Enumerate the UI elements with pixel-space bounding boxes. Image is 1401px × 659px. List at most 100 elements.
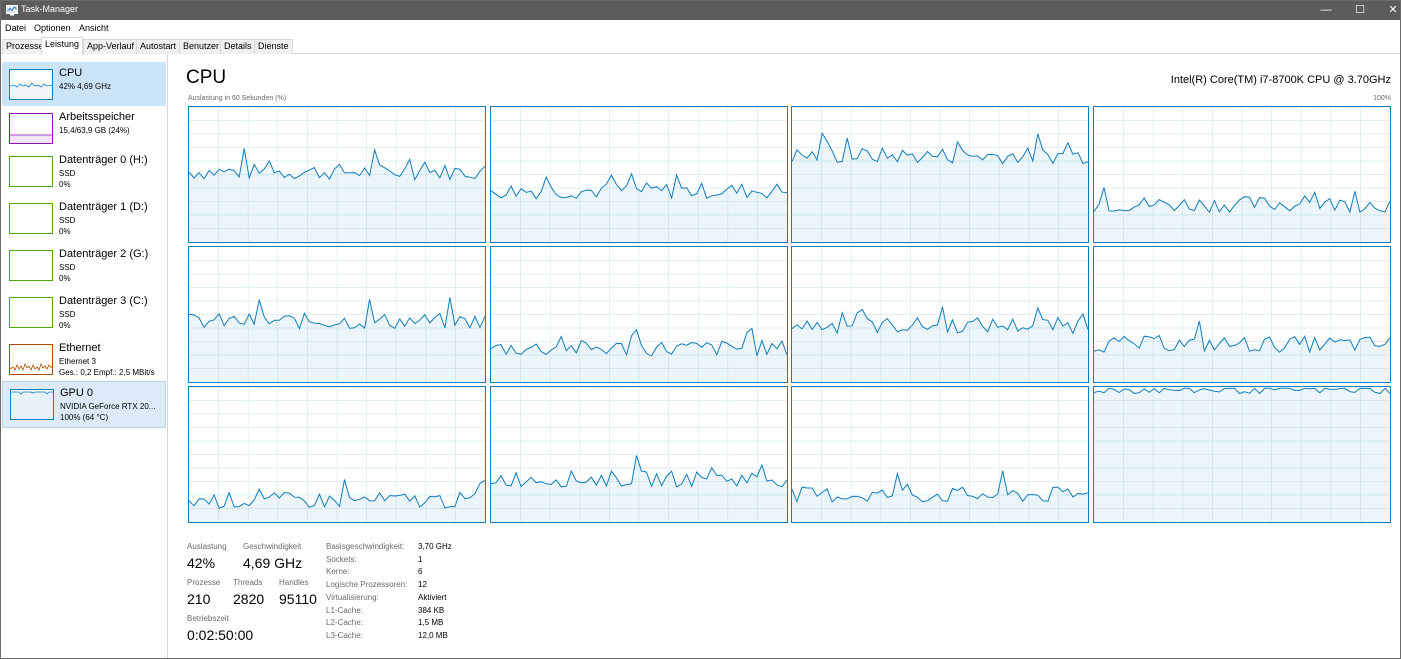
logical-processor-graph bbox=[188, 246, 486, 383]
sidebar-item-detail: NVIDIA GeForce RTX 20... bbox=[60, 402, 156, 411]
handles-label: Handles bbox=[279, 578, 309, 587]
usage-line-graph bbox=[792, 107, 1089, 242]
sidebar-item-label: Datenträger 1 (D:) bbox=[59, 201, 148, 213]
detail-value: 12 bbox=[418, 580, 427, 589]
title-bar: Task-Manager — ☐ ✕ bbox=[1, 1, 1400, 20]
sidebar-item-gpu-0[interactable]: GPU 0 NVIDIA GeForce RTX 20... 100% (64 … bbox=[2, 381, 166, 428]
logical-processor-graph bbox=[489, 106, 788, 243]
tab-benutzer[interactable]: Benutzer bbox=[179, 39, 224, 54]
logical-processor-graph bbox=[791, 106, 1090, 243]
menu-ansicht[interactable]: Ansicht bbox=[79, 23, 109, 33]
sidebar-item-datentraeger-2[interactable]: Datenträger 2 (G:) SSD 0% bbox=[2, 243, 166, 287]
sidebar-item-usage: 0% bbox=[59, 227, 71, 236]
sidebar-item-label: GPU 0 bbox=[60, 387, 94, 399]
usage-line-graph bbox=[1094, 247, 1391, 382]
logical-processor-graph bbox=[489, 246, 788, 383]
maximize-button[interactable]: ☐ bbox=[1343, 1, 1377, 20]
usage-line-graph bbox=[792, 247, 1089, 382]
task-manager-window: Task-Manager — ☐ ✕ Datei Optionen Ansich… bbox=[0, 0, 1401, 659]
cpu-model-name: Intel(R) Core(TM) i7-8700K CPU @ 3.70GHz bbox=[1170, 74, 1391, 86]
disk-thumbnail-graph bbox=[9, 156, 53, 187]
logical-processor-graph bbox=[791, 246, 1090, 383]
sidebar-item-usage: 100% (64 °C) bbox=[60, 413, 109, 422]
sidebar-item-label: Datenträger 2 (G:) bbox=[59, 248, 149, 260]
usage-line-graph bbox=[189, 107, 485, 242]
disk-thumbnail-graph bbox=[9, 203, 53, 234]
logical-processor-graph bbox=[791, 386, 1090, 523]
logical-processor-graph bbox=[1093, 386, 1392, 523]
detail-key: Sockets: bbox=[326, 555, 357, 564]
detail-key: L3-Cache: bbox=[326, 631, 363, 640]
detail-key: Logische Prozessoren: bbox=[326, 580, 408, 589]
geschwindigkeit-value: 4,69 GHz bbox=[243, 555, 303, 571]
usage-area bbox=[490, 455, 787, 522]
betriebszeit-label: Betriebszeit bbox=[187, 614, 229, 623]
window-title: Task-Manager bbox=[21, 4, 79, 14]
memory-thumbnail-graph bbox=[9, 113, 53, 144]
sidebar-item-cpu[interactable]: CPU 42% 4,69 GHz bbox=[2, 62, 166, 106]
geschwindigkeit-label: Geschwindigkeit bbox=[243, 542, 302, 551]
detail-value: 6 bbox=[418, 567, 423, 576]
close-button[interactable]: ✕ bbox=[1376, 1, 1401, 20]
usage-area bbox=[792, 306, 1089, 382]
sidebar-item-arbeitsspeicher[interactable]: Arbeitsspeicher 15,4/63,9 GB (24%) bbox=[2, 106, 166, 150]
usage-line-graph bbox=[1094, 387, 1391, 522]
minimize-button[interactable]: — bbox=[1309, 1, 1343, 20]
resource-sidebar: CPU 42% 4,69 GHz Arbeitsspeicher 15,4/63… bbox=[1, 55, 168, 658]
menu-datei[interactable]: Datei bbox=[5, 23, 26, 33]
usage-line-graph bbox=[1094, 107, 1391, 242]
logical-processor-graph bbox=[1093, 246, 1392, 383]
logical-processor-graph bbox=[188, 386, 486, 523]
task-manager-app-icon bbox=[6, 5, 18, 16]
menu-bar: Datei Optionen Ansicht bbox=[1, 21, 1400, 37]
logical-processor-graph-grid bbox=[188, 106, 1392, 525]
usage-line-graph bbox=[490, 107, 787, 242]
logical-processor-graph bbox=[1093, 106, 1392, 243]
sidebar-item-label: Datenträger 3 (C:) bbox=[59, 295, 148, 307]
tab-autostart[interactable]: Autostart bbox=[136, 39, 181, 54]
disk-thumbnail-graph bbox=[9, 297, 53, 328]
betriebszeit-value: 0:02:50:00 bbox=[187, 627, 254, 643]
sidebar-item-label: Datenträger 0 (H:) bbox=[59, 154, 148, 166]
tab-leistung[interactable]: Leistung bbox=[41, 37, 84, 55]
handles-value: 95110 bbox=[279, 591, 317, 607]
sidebar-item-datentraeger-1[interactable]: Datenträger 1 (D:) SSD 0% bbox=[2, 196, 166, 240]
usage-line-graph bbox=[792, 387, 1089, 522]
ethernet-thumbnail-graph bbox=[9, 344, 53, 375]
graph-caption: Auslastung in 60 Sekunden (%) bbox=[188, 95, 287, 102]
page-title: CPU bbox=[186, 67, 227, 88]
detail-key: Kerne: bbox=[326, 567, 350, 576]
tab-app-verlauf[interactable]: App-Verlauf bbox=[83, 39, 139, 54]
detail-key: Basisgeschwindigkeit: bbox=[326, 542, 405, 551]
prozesse-label: Prozesse bbox=[187, 578, 221, 587]
threads-value: 2820 bbox=[233, 591, 265, 607]
threads-label: Threads bbox=[233, 578, 263, 587]
cpu-detail-panel: CPU Intel(R) Core(TM) i7-8700K CPU @ 3.7… bbox=[169, 55, 1399, 658]
sidebar-item-detail: SSD bbox=[59, 310, 76, 319]
sidebar-item-datentraeger-3[interactable]: Datenträger 3 (C:) SSD 0% bbox=[2, 290, 166, 334]
sidebar-item-detail: SSD bbox=[59, 263, 76, 272]
usage-line-graph bbox=[490, 247, 787, 382]
cpu-stats: Auslastung 42% Geschwindigkeit 4,69 GHz … bbox=[187, 540, 787, 655]
detail-value: 384 KB bbox=[418, 606, 445, 615]
tab-dienste[interactable]: Dienste bbox=[254, 39, 293, 54]
sidebar-item-detail: 42% 4,69 GHz bbox=[59, 82, 112, 91]
sidebar-item-label: Arbeitsspeicher bbox=[59, 111, 135, 123]
cpu-thumbnail-graph bbox=[9, 69, 53, 100]
tab-details[interactable]: Details bbox=[220, 39, 256, 54]
sidebar-item-ethernet[interactable]: Ethernet Ethernet 3 Ges.: 0,2 Empf.: 2,5… bbox=[2, 337, 166, 381]
menu-optionen[interactable]: Optionen bbox=[34, 23, 71, 33]
sidebar-item-detail: SSD bbox=[59, 169, 76, 178]
sidebar-item-detail: 15,4/63,9 GB (24%) bbox=[59, 126, 130, 135]
disk-thumbnail-graph bbox=[9, 250, 53, 281]
auslastung-value: 42% bbox=[187, 555, 216, 571]
tab-bar: Prozesse Leistung App-Verlauf Autostart … bbox=[1, 37, 1400, 55]
usage-line-graph bbox=[189, 247, 485, 382]
usage-line-graph bbox=[490, 387, 787, 522]
sidebar-item-datentraeger-0[interactable]: Datenträger 0 (H:) SSD 0% bbox=[2, 149, 166, 193]
logical-processor-graph bbox=[188, 106, 486, 243]
graph-max-label: 100% bbox=[1373, 95, 1391, 102]
sidebar-item-label: Ethernet bbox=[59, 342, 101, 354]
prozesse-value: 210 bbox=[187, 591, 211, 607]
detail-value: 1 bbox=[418, 555, 423, 564]
